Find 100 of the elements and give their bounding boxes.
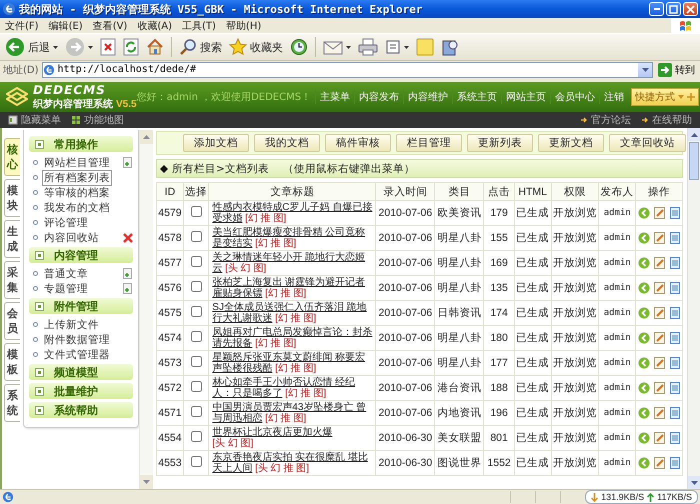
favorites-button[interactable]: 收藏夹 bbox=[227, 36, 285, 58]
edit-icon[interactable] bbox=[654, 382, 666, 394]
add-icon[interactable] bbox=[122, 283, 133, 294]
article-title[interactable]: 东京香艳夜店实拍 实在很糜乱 堪比天上人间 [头 幻 推 图] bbox=[208, 450, 376, 476]
document-icon[interactable] bbox=[670, 207, 680, 219]
toolbar-link[interactable]: 在线帮助 bbox=[641, 113, 692, 127]
document-icon[interactable] bbox=[670, 332, 680, 344]
row-checkbox[interactable] bbox=[190, 306, 202, 317]
menu-item[interactable]: 收藏(A) bbox=[132, 18, 177, 32]
nav-link[interactable]: 系统主页 bbox=[452, 90, 502, 104]
preview-icon[interactable] bbox=[638, 257, 650, 269]
scroll-down-icon[interactable] bbox=[142, 480, 150, 484]
preview-icon[interactable] bbox=[638, 232, 650, 244]
preview-icon[interactable] bbox=[638, 207, 650, 219]
refresh-button[interactable] bbox=[121, 36, 141, 58]
search-button[interactable]: 搜索 bbox=[177, 36, 224, 58]
nav-link[interactable]: 会员中心 bbox=[550, 90, 600, 104]
dropdown-button[interactable] bbox=[638, 62, 652, 76]
edit-icon[interactable] bbox=[654, 307, 666, 319]
row-checkbox[interactable] bbox=[190, 456, 202, 467]
side-tab[interactable]: 核心 bbox=[4, 138, 20, 176]
close-button[interactable] bbox=[683, 2, 698, 16]
edit-icon[interactable] bbox=[654, 207, 666, 219]
menu-item[interactable]: 查看(V) bbox=[88, 18, 132, 32]
add-icon[interactable] bbox=[122, 268, 133, 279]
section-header[interactable]: 频道模型 bbox=[29, 364, 133, 380]
edit-icon[interactable] bbox=[654, 457, 666, 469]
edit-icon[interactable] bbox=[654, 432, 666, 444]
scroll-up-icon[interactable] bbox=[690, 132, 698, 136]
article-title[interactable]: 性感内衣模特成C罗儿子妈 自爆已接受求婚 [幻 推 图] bbox=[208, 200, 376, 226]
edit-icon[interactable] bbox=[654, 357, 666, 369]
article-title[interactable]: 张柏芝上海复出 谢霆锋为避开记者雇贴身保镖 [幻 推 图] bbox=[208, 276, 376, 300]
action-button[interactable]: 添加文档 bbox=[183, 134, 249, 152]
article-title[interactable]: 关之琳情迷年轻小开 跪地行大恋姬云 [头 幻 图] bbox=[208, 250, 376, 276]
delete-icon[interactable] bbox=[122, 232, 133, 242]
add-icon[interactable] bbox=[122, 157, 133, 168]
section-header[interactable]: 内容管理 bbox=[29, 247, 133, 263]
article-title[interactable]: 中国男演员贾宏声43岁坠楼身亡 曾与周迅相恋 [幻 推 图] bbox=[208, 400, 376, 426]
document-icon[interactable] bbox=[670, 282, 680, 294]
toolbar-link[interactable]: 隐藏菜单 bbox=[8, 113, 61, 127]
shortcut-button[interactable]: 快捷方式 bbox=[631, 88, 700, 106]
preview-icon[interactable] bbox=[638, 382, 650, 394]
maximize-button[interactable] bbox=[666, 2, 681, 16]
document-icon[interactable] bbox=[670, 257, 680, 269]
side-tab[interactable]: 系统 bbox=[4, 384, 20, 422]
section-header[interactable]: 批量维护 bbox=[29, 383, 133, 399]
row-checkbox[interactable] bbox=[190, 206, 202, 217]
action-button[interactable]: 更新文档 bbox=[538, 134, 604, 152]
row-checkbox[interactable] bbox=[190, 406, 202, 417]
sidebar-item[interactable]: 文件式管理器 bbox=[42, 346, 112, 362]
sidebar-item[interactable]: 内容回收站 bbox=[42, 230, 101, 246]
side-tab[interactable]: 模块 bbox=[4, 179, 20, 217]
preview-icon[interactable] bbox=[638, 357, 650, 369]
document-icon[interactable] bbox=[670, 232, 680, 244]
action-button[interactable]: 栏目管理 bbox=[396, 134, 462, 152]
stop-button[interactable] bbox=[98, 36, 118, 58]
edit-icon[interactable] bbox=[654, 282, 666, 294]
document-icon[interactable] bbox=[670, 382, 680, 394]
preview-icon[interactable] bbox=[638, 432, 650, 444]
sidebar-item[interactable]: 我发布的文档 bbox=[42, 200, 112, 216]
section-header[interactable]: 常用操作 bbox=[29, 136, 133, 152]
row-checkbox[interactable] bbox=[190, 256, 202, 267]
article-title[interactable]: 凤姐再对广电总局发癫悼言论：封杀请先报备 [幻 推 图] bbox=[208, 326, 376, 350]
row-checkbox[interactable] bbox=[190, 381, 202, 392]
action-button[interactable]: 文章回收站 bbox=[609, 134, 686, 152]
action-button[interactable]: 稿件审核 bbox=[325, 134, 391, 152]
back-button[interactable]: 后退 bbox=[3, 36, 60, 58]
document-icon[interactable] bbox=[670, 407, 680, 419]
section-header[interactable]: 附件管理 bbox=[29, 298, 133, 314]
menu-item[interactable]: 帮助(H) bbox=[220, 18, 266, 32]
document-icon[interactable] bbox=[670, 357, 680, 369]
row-checkbox[interactable] bbox=[190, 331, 202, 342]
edit-icon[interactable] bbox=[654, 232, 666, 244]
sidebar-item[interactable]: 所有档案列表 bbox=[42, 170, 112, 186]
preview-icon[interactable] bbox=[638, 282, 650, 294]
nav-link[interactable]: 内容发布 bbox=[354, 90, 404, 104]
edit-icon[interactable] bbox=[654, 257, 666, 269]
scrollbar[interactable] bbox=[138, 130, 153, 489]
action-button[interactable]: 我的文档 bbox=[254, 134, 320, 152]
sidebar-item[interactable]: 上传新文件 bbox=[42, 316, 101, 332]
edit-icon[interactable] bbox=[654, 407, 666, 419]
print-button[interactable] bbox=[356, 36, 380, 58]
section-header[interactable]: 系统帮助 bbox=[29, 402, 133, 418]
scrollbar[interactable] bbox=[687, 128, 700, 489]
document-icon[interactable] bbox=[670, 307, 680, 319]
nav-link[interactable]: 内容维护 bbox=[403, 90, 452, 104]
article-title[interactable]: SJ全体成员送强仁入伍齐落泪 跪地行大礼谢歌迷 [幻 推 图] bbox=[208, 300, 376, 326]
row-checkbox[interactable] bbox=[190, 281, 202, 292]
article-title[interactable]: 美当红肥模爆瘦变排骨精 公司竟称是变结实 [幻 推 图] bbox=[208, 226, 376, 250]
side-tab[interactable]: 生成 bbox=[4, 220, 20, 258]
nav-link[interactable]: 网站主页 bbox=[501, 90, 550, 104]
nav-link[interactable]: 注销 bbox=[599, 90, 628, 104]
toolbar-link[interactable]: 官方论坛 bbox=[580, 113, 631, 127]
preview-icon[interactable] bbox=[638, 332, 650, 344]
sidebar-item[interactable]: 评论管理 bbox=[42, 214, 90, 230]
row-checkbox[interactable] bbox=[190, 431, 202, 442]
edit-icon[interactable] bbox=[654, 332, 666, 344]
sidebar-item[interactable]: 普通文章 bbox=[42, 266, 90, 282]
sidebar-item[interactable]: 专题管理 bbox=[42, 280, 90, 296]
preview-icon[interactable] bbox=[638, 307, 650, 319]
